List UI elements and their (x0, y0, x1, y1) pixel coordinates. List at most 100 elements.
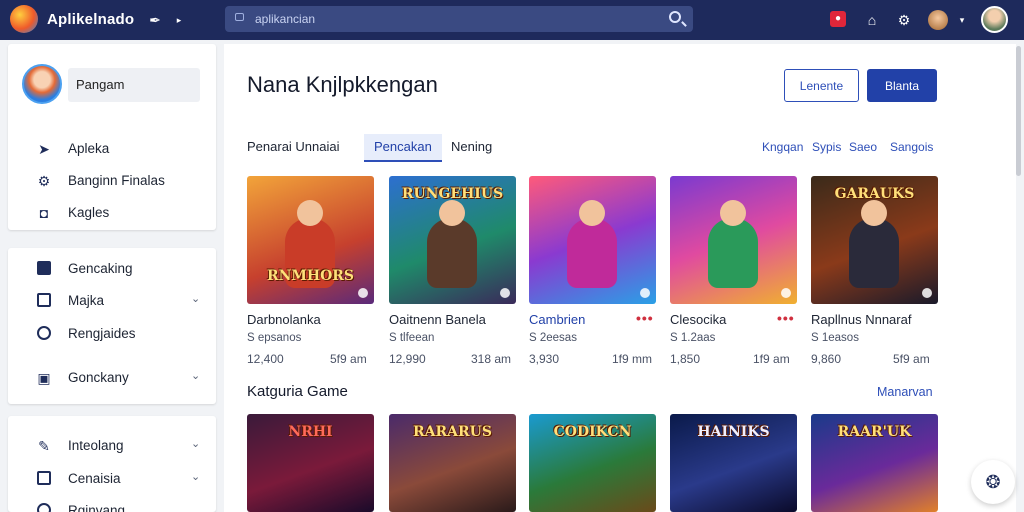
game-name[interactable]: Clesocika (670, 312, 726, 327)
user-avatar[interactable] (981, 6, 1008, 33)
sidebar-item-label: Gencaking (68, 261, 133, 276)
more-options-icon[interactable]: ••• (636, 310, 654, 326)
game-size: 1f9 mm (612, 352, 653, 366)
see-all-link[interactable]: Manarvan (877, 385, 933, 399)
game-name[interactable]: Rapllnus Nnnaraf (811, 312, 911, 327)
category-tile-3[interactable]: CODIKCN (529, 414, 656, 512)
game-character-image (708, 200, 758, 288)
category-tile-4[interactable]: HAINIKS (670, 414, 797, 512)
category-tile-title: HAINIKS (697, 424, 770, 440)
chevron-down-icon[interactable]: ⌄ (191, 292, 200, 305)
search-input[interactable] (255, 6, 655, 32)
gift-icon[interactable]: ⌂ (861, 9, 883, 31)
help-icon (36, 326, 52, 342)
sidebar-section-tools: ✎ Inteolang ⌄ Cenaisia ⌄ Rgjnvang (8, 416, 216, 512)
section-title: Katguria Game (247, 383, 348, 400)
filter-link-kngqan[interactable]: Kngqan (762, 140, 803, 154)
category-tile-2[interactable]: RARARUS (389, 414, 516, 512)
profile-avatar[interactable] (22, 64, 62, 104)
filter-link-sypis[interactable]: Sypis (812, 140, 841, 154)
game-price: S epsanos (247, 332, 302, 344)
notification-badge-icon[interactable]: ● (830, 11, 846, 27)
category-tile-1[interactable]: NRHI (247, 414, 374, 512)
sidebar-item-label: Kagles (68, 205, 110, 220)
sidebar-item-label: Rengjaides (68, 326, 136, 341)
game-name[interactable]: Oaitnenn Banela (389, 312, 486, 327)
sidebar-item-rengjaides[interactable]: Rengjaides (8, 321, 216, 347)
category-tile-title: RAAR'UK (837, 424, 912, 440)
account-avatar[interactable] (928, 10, 948, 30)
search-icon[interactable] (669, 11, 681, 23)
game-character-image (849, 200, 899, 288)
game-character-image (427, 200, 477, 288)
sidebar-section-main: Pangam ➤ Apleka ⚙ Banginn Finalas ◘ Kagl… (8, 44, 216, 230)
sidebar-item-label: Gonckany (68, 370, 129, 385)
sidebar-item-majka[interactable]: Majka ⌄ (8, 288, 216, 314)
game-tile-1[interactable]: RNMHORS (247, 176, 374, 304)
secondary-button[interactable]: Lenente (784, 69, 859, 102)
sidebar-item-label: Rgjnvang (68, 503, 126, 512)
rocket-icon: ➤ (38, 141, 50, 157)
category-tile-title: NRHI (288, 424, 333, 440)
game-price: S tlfeean (389, 332, 435, 344)
primary-button[interactable]: Blanta (867, 69, 937, 102)
game-downloads: 12,400 (247, 352, 284, 366)
page-title: Nana Knjlpkkengan (247, 72, 438, 97)
sidebar-item-kagles[interactable]: ◘ Kagles (8, 200, 216, 226)
caret-right-icon[interactable]: ▸ (168, 9, 190, 31)
chevron-down-icon[interactable]: ⌄ (191, 470, 200, 483)
search-bar[interactable] (225, 6, 693, 32)
more-options-icon[interactable]: ••• (777, 310, 795, 326)
sidebar-item-label: Banginn Finalas (68, 173, 165, 188)
game-name[interactable]: Cambrien (529, 312, 585, 327)
tab-pencakan[interactable]: Pencakan (364, 134, 442, 162)
sidebar-item-gencaking[interactable]: Gencaking (8, 256, 216, 282)
chevron-down-icon[interactable]: ⌄ (191, 437, 200, 450)
tab-nening[interactable]: Nening (451, 134, 492, 162)
external-link-icon[interactable] (640, 288, 650, 298)
chevron-down-icon[interactable]: ⌄ (191, 369, 200, 382)
sidebar-item-banginn[interactable]: ⚙ Banginn Finalas (8, 168, 216, 194)
category-tile-5[interactable]: RAAR'UK (811, 414, 938, 512)
game-tile-5[interactable]: GARAUKS (811, 176, 938, 304)
app-logo-icon[interactable] (10, 5, 38, 33)
external-link-icon[interactable] (358, 288, 368, 298)
sidebar-item-cenaisia[interactable]: Cenaisia ⌄ (8, 466, 216, 492)
game-name[interactable]: Darbnolanka (247, 312, 321, 327)
calendar-icon (36, 261, 52, 277)
game-tile-title: RNMHORS (266, 268, 355, 284)
app-title[interactable]: Aplikelnado (47, 11, 134, 28)
game-price: S 1easos (811, 332, 859, 344)
tab-penarai[interactable]: Penarai Unnaiai (247, 134, 340, 162)
external-link-icon[interactable] (781, 288, 791, 298)
feather-icon[interactable]: ✒ (144, 9, 166, 31)
document-icon (36, 471, 52, 487)
bag-icon: ◘ (39, 205, 49, 221)
help-icon (36, 503, 52, 512)
lock-icon (235, 13, 244, 21)
sidebar-item-rgjnvang[interactable]: Rgjnvang (8, 498, 216, 512)
filter-link-saeo[interactable]: Saeo (849, 140, 877, 154)
filter-link-sangois[interactable]: Sangois (890, 140, 933, 154)
game-tile-3[interactable] (529, 176, 656, 304)
sidebar-item-apleka[interactable]: ➤ Apleka (8, 136, 216, 162)
accessibility-fab-icon[interactable]: ❂ (971, 460, 1015, 504)
game-tile-2[interactable]: RUNGEHIUS (389, 176, 516, 304)
top-bar: Aplikelnado ✒ ▸ ● ⌂ ⚙ ▾ (0, 0, 1024, 40)
external-link-icon[interactable] (922, 288, 932, 298)
sidebar-item-gonckany[interactable]: ▣ Gonckany ⌄ (8, 365, 216, 391)
gamepad-icon: ▣ (37, 370, 51, 386)
game-price: S 2eesas (529, 332, 577, 344)
sidebar-item-inteolang[interactable]: ✎ Inteolang ⌄ (8, 433, 216, 459)
game-tile-4[interactable] (670, 176, 797, 304)
profile-name[interactable]: Pangam (68, 68, 200, 102)
category-tile-title: RARARUS (413, 424, 492, 440)
settings-icon[interactable]: ⚙ (893, 9, 915, 31)
sidebar-item-label: Apleka (68, 141, 110, 156)
list-icon (36, 293, 52, 309)
scrollbar[interactable] (1016, 46, 1021, 176)
game-downloads: 9,860 (811, 352, 842, 366)
category-tile-title: CODIKCN (553, 424, 632, 440)
external-link-icon[interactable] (500, 288, 510, 298)
chevron-down-icon[interactable]: ▾ (951, 9, 973, 31)
